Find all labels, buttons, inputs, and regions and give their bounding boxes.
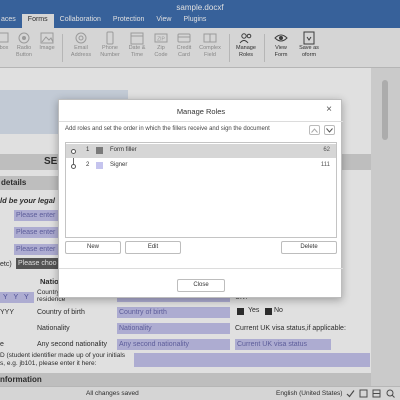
move-up-button[interactable] xyxy=(309,125,320,135)
role-number: 2 xyxy=(86,162,90,168)
role-color-swatch xyxy=(96,162,103,169)
role-number: 1 xyxy=(86,147,90,153)
dialog-description: Add roles and set the order in which the… xyxy=(65,126,270,132)
chevron-down-icon xyxy=(326,128,333,133)
role-field-count: 111 xyxy=(320,162,330,168)
chevron-up-icon xyxy=(311,128,318,133)
move-down-button[interactable] xyxy=(324,125,335,135)
delete-role-button[interactable]: Delete xyxy=(281,241,337,254)
close-button[interactable]: Close xyxy=(177,279,225,292)
role-field-count: 62 xyxy=(323,147,330,153)
new-role-button[interactable]: New xyxy=(65,241,121,254)
close-icon[interactable]: × xyxy=(323,104,335,116)
role-row-signer[interactable]: 2 Signer 111 xyxy=(66,159,336,173)
role-order-dot xyxy=(71,164,76,169)
roles-list: 1 Form filler 62 2 Signer 111 xyxy=(65,142,337,238)
role-name: Signer xyxy=(110,162,128,168)
role-color-swatch xyxy=(96,147,103,154)
role-order-dot xyxy=(71,149,76,154)
dialog-title: Manage Roles xyxy=(176,107,226,116)
dialog-divider xyxy=(59,121,343,122)
dialog-footer-divider xyxy=(59,268,343,269)
role-row-form-filler[interactable]: 1 Form filler 62 xyxy=(66,144,336,158)
role-name: Form filler xyxy=(110,147,137,153)
edit-role-button[interactable]: Edit xyxy=(125,241,181,254)
manage-roles-dialog: Manage Roles × Add roles and set the ord… xyxy=(58,99,343,298)
